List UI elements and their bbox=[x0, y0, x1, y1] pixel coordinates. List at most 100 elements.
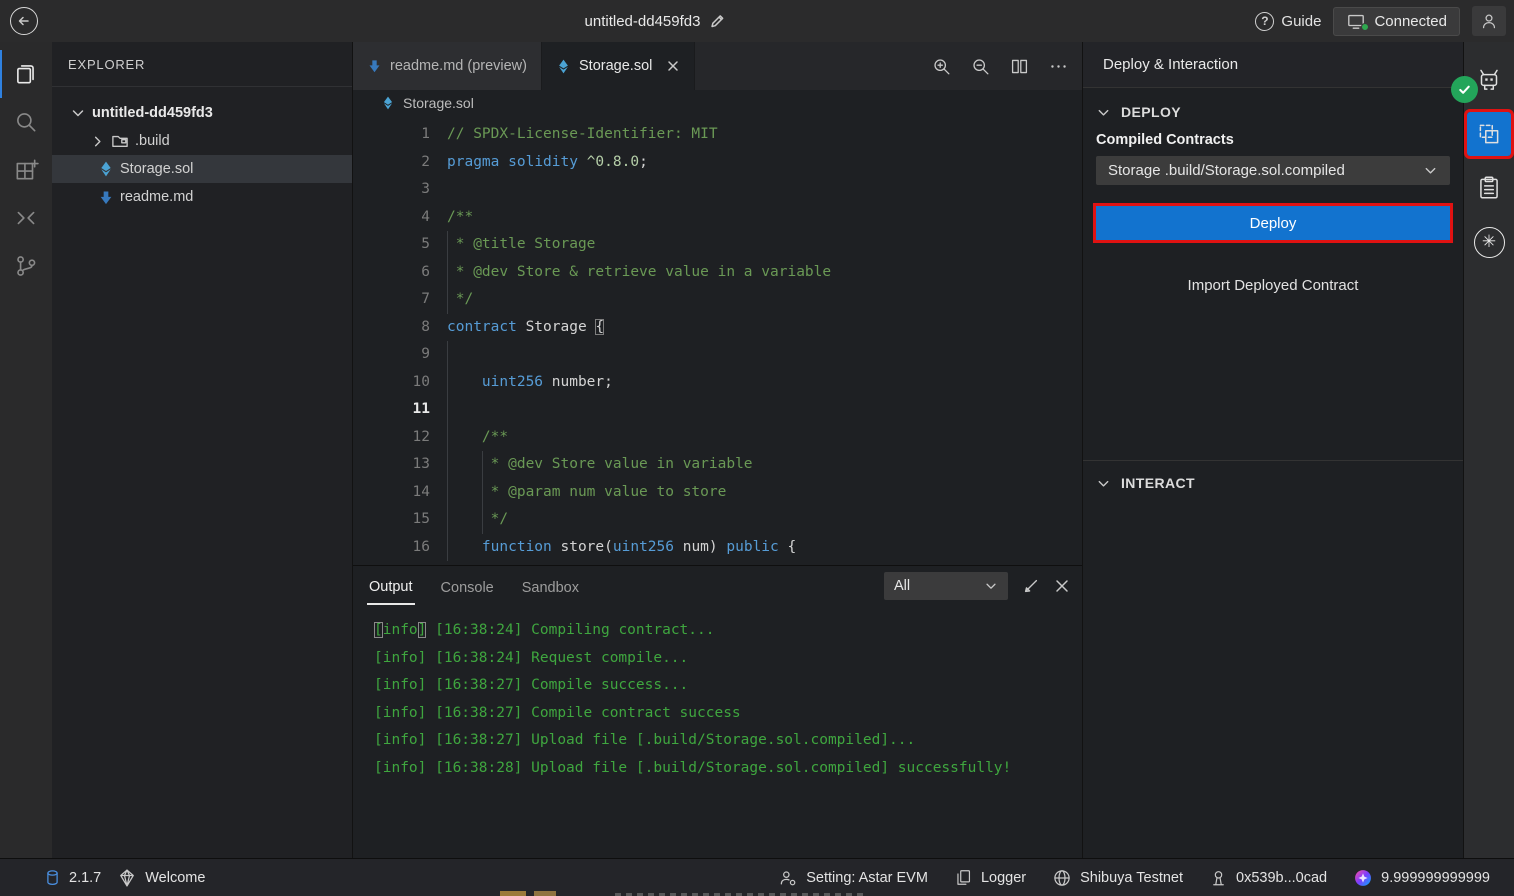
clear-output-icon[interactable] bbox=[1022, 577, 1040, 595]
zoom-in-icon[interactable] bbox=[932, 57, 951, 76]
line-number: 5 bbox=[353, 231, 430, 259]
activity-search-button[interactable] bbox=[0, 98, 52, 146]
import-deployed-contract-link[interactable]: Import Deployed Contract bbox=[1096, 277, 1450, 294]
ethereum-diamond-icon bbox=[98, 160, 114, 178]
file-label: .build bbox=[135, 133, 170, 149]
interact-section-label: INTERACT bbox=[1121, 475, 1195, 491]
line-number: 4 bbox=[353, 204, 430, 232]
root-folder-label: untitled-dd459fd3 bbox=[92, 105, 213, 121]
project-title-wrap: untitled-dd459fd3 bbox=[585, 0, 726, 42]
back-button[interactable] bbox=[10, 7, 38, 35]
line-number: 3 bbox=[353, 176, 430, 204]
code-line: 5 * @title Storage bbox=[353, 231, 1082, 259]
interact-section-header[interactable]: INTERACT bbox=[1096, 475, 1450, 491]
line-number: 15 bbox=[353, 506, 430, 534]
tab-readme-md[interactable]: readme.md (preview) bbox=[353, 42, 542, 90]
network-label: Shibuya Testnet bbox=[1080, 870, 1183, 886]
close-tab-icon[interactable] bbox=[666, 59, 680, 73]
activity-explorer-button[interactable] bbox=[0, 50, 52, 98]
file-label: readme.md bbox=[120, 189, 193, 205]
output-actions: All bbox=[884, 572, 1070, 600]
screen-edge-artifact bbox=[534, 891, 556, 896]
code-line: 15 */ bbox=[353, 506, 1082, 534]
tree-item-readme-md[interactable]: readme.md bbox=[52, 183, 352, 211]
code-line: 7 */ bbox=[353, 286, 1082, 314]
person-icon bbox=[1479, 11, 1499, 31]
line-number: 6 bbox=[353, 259, 430, 287]
tab-label: Storage.sol bbox=[579, 58, 652, 74]
close-panel-icon[interactable] bbox=[1054, 578, 1070, 594]
line-number: 8 bbox=[353, 314, 430, 342]
code-line: 6 * @dev Store & retrieve value in a var… bbox=[353, 259, 1082, 287]
line-number: 16 bbox=[353, 534, 430, 562]
git-branch-icon bbox=[13, 253, 39, 279]
deploy-button-highlight: Deploy bbox=[1093, 203, 1453, 243]
activity-collapse-button[interactable] bbox=[0, 194, 52, 242]
chatgpt-button[interactable]: ✳ bbox=[1467, 220, 1511, 264]
monitor-connected-icon bbox=[1346, 12, 1366, 30]
astar-token-icon bbox=[1353, 868, 1373, 888]
tab-storage-sol[interactable]: Storage.sol bbox=[542, 42, 695, 90]
editor-tab-bar: readme.md (preview) Storage.sol bbox=[353, 42, 1082, 90]
status-right: Setting: Astar EVM Logger Shibuya Testne… bbox=[778, 868, 1490, 888]
log-filter-select[interactable]: All bbox=[884, 572, 1008, 600]
welcome-item[interactable]: Welcome bbox=[117, 868, 205, 888]
connected-button[interactable]: Connected bbox=[1333, 7, 1460, 36]
version-item[interactable]: 2.1.7 bbox=[44, 868, 101, 888]
code-line: 12 /** bbox=[353, 424, 1082, 452]
edit-pencil-icon[interactable] bbox=[709, 13, 725, 29]
console-tab[interactable]: Console bbox=[439, 570, 496, 604]
zoom-out-icon[interactable] bbox=[971, 57, 990, 76]
tree-root-folder[interactable]: untitled-dd459fd3 bbox=[52, 99, 352, 127]
chevron-down-icon bbox=[70, 105, 86, 121]
robot-icon bbox=[1474, 65, 1504, 95]
main-area: EXPLORER untitled-dd459fd3 .build bbox=[0, 42, 1514, 858]
deploy-section-header[interactable]: DEPLOY bbox=[1096, 104, 1450, 120]
split-editor-icon[interactable] bbox=[1010, 57, 1029, 76]
section-divider bbox=[1083, 460, 1463, 461]
more-actions-icon[interactable] bbox=[1049, 57, 1068, 76]
output-tab-bar: Output Console Sandbox All bbox=[353, 566, 1082, 607]
code-line: 9 bbox=[353, 341, 1082, 369]
deploy-panel-button[interactable] bbox=[1467, 112, 1511, 156]
tree-item-storage-sol[interactable]: Storage.sol bbox=[52, 155, 352, 183]
compiled-contract-select[interactable]: Storage .build/Storage.sol.compiled bbox=[1096, 156, 1450, 185]
tree-item-build-folder[interactable]: .build bbox=[52, 127, 352, 155]
code-line: 4/** bbox=[353, 204, 1082, 232]
activity-source-control-button[interactable] bbox=[0, 242, 52, 290]
markdown-arrow-icon bbox=[98, 189, 114, 206]
folder-icon bbox=[111, 133, 129, 149]
logger-item[interactable]: Logger bbox=[954, 868, 1026, 887]
code-editor[interactable]: 1// SPDX-License-Identifier: MIT2pragma … bbox=[353, 116, 1082, 565]
code-line: 14 * @param num value to store bbox=[353, 479, 1082, 507]
line-number: 10 bbox=[353, 369, 430, 397]
chevron-down-icon bbox=[984, 579, 998, 593]
balance-item[interactable]: 9.999999999999 bbox=[1353, 868, 1490, 888]
output-log[interactable]: [info] [16:38:24] Compiling contract...[… bbox=[353, 607, 1082, 858]
explorer-header: EXPLORER bbox=[52, 42, 352, 87]
chevrons-inward-icon bbox=[13, 205, 39, 231]
connected-label: Connected bbox=[1374, 13, 1447, 30]
panel-body: DEPLOY Compiled Contracts Storage .build… bbox=[1083, 88, 1463, 491]
file-label: Storage.sol bbox=[120, 161, 193, 177]
activity-bar bbox=[0, 42, 52, 858]
clipboard-icon bbox=[1475, 174, 1503, 202]
account-button[interactable] bbox=[1472, 6, 1506, 36]
breadcrumb[interactable]: Storage.sol bbox=[353, 90, 1082, 116]
wallet-address-item[interactable]: 0x539b...0cad bbox=[1209, 868, 1327, 888]
network-item[interactable]: Shibuya Testnet bbox=[1052, 868, 1183, 888]
markdown-arrow-icon bbox=[367, 58, 382, 74]
activity-plugins-button[interactable] bbox=[0, 146, 52, 194]
chevron-down-icon bbox=[1096, 105, 1111, 120]
task-list-button[interactable] bbox=[1467, 166, 1511, 210]
output-tab[interactable]: Output bbox=[367, 569, 415, 605]
deploy-button[interactable]: Deploy bbox=[1096, 206, 1450, 240]
sandbox-tab[interactable]: Sandbox bbox=[520, 570, 581, 604]
person-gear-icon bbox=[778, 868, 798, 888]
line-number: 9 bbox=[353, 341, 430, 369]
screen-edge-artifact bbox=[500, 891, 526, 896]
guide-button[interactable]: ? Guide bbox=[1255, 12, 1321, 31]
network-setting-item[interactable]: Setting: Astar EVM bbox=[778, 868, 928, 888]
arrow-left-icon bbox=[16, 13, 32, 29]
welcome-label: Welcome bbox=[145, 870, 205, 886]
